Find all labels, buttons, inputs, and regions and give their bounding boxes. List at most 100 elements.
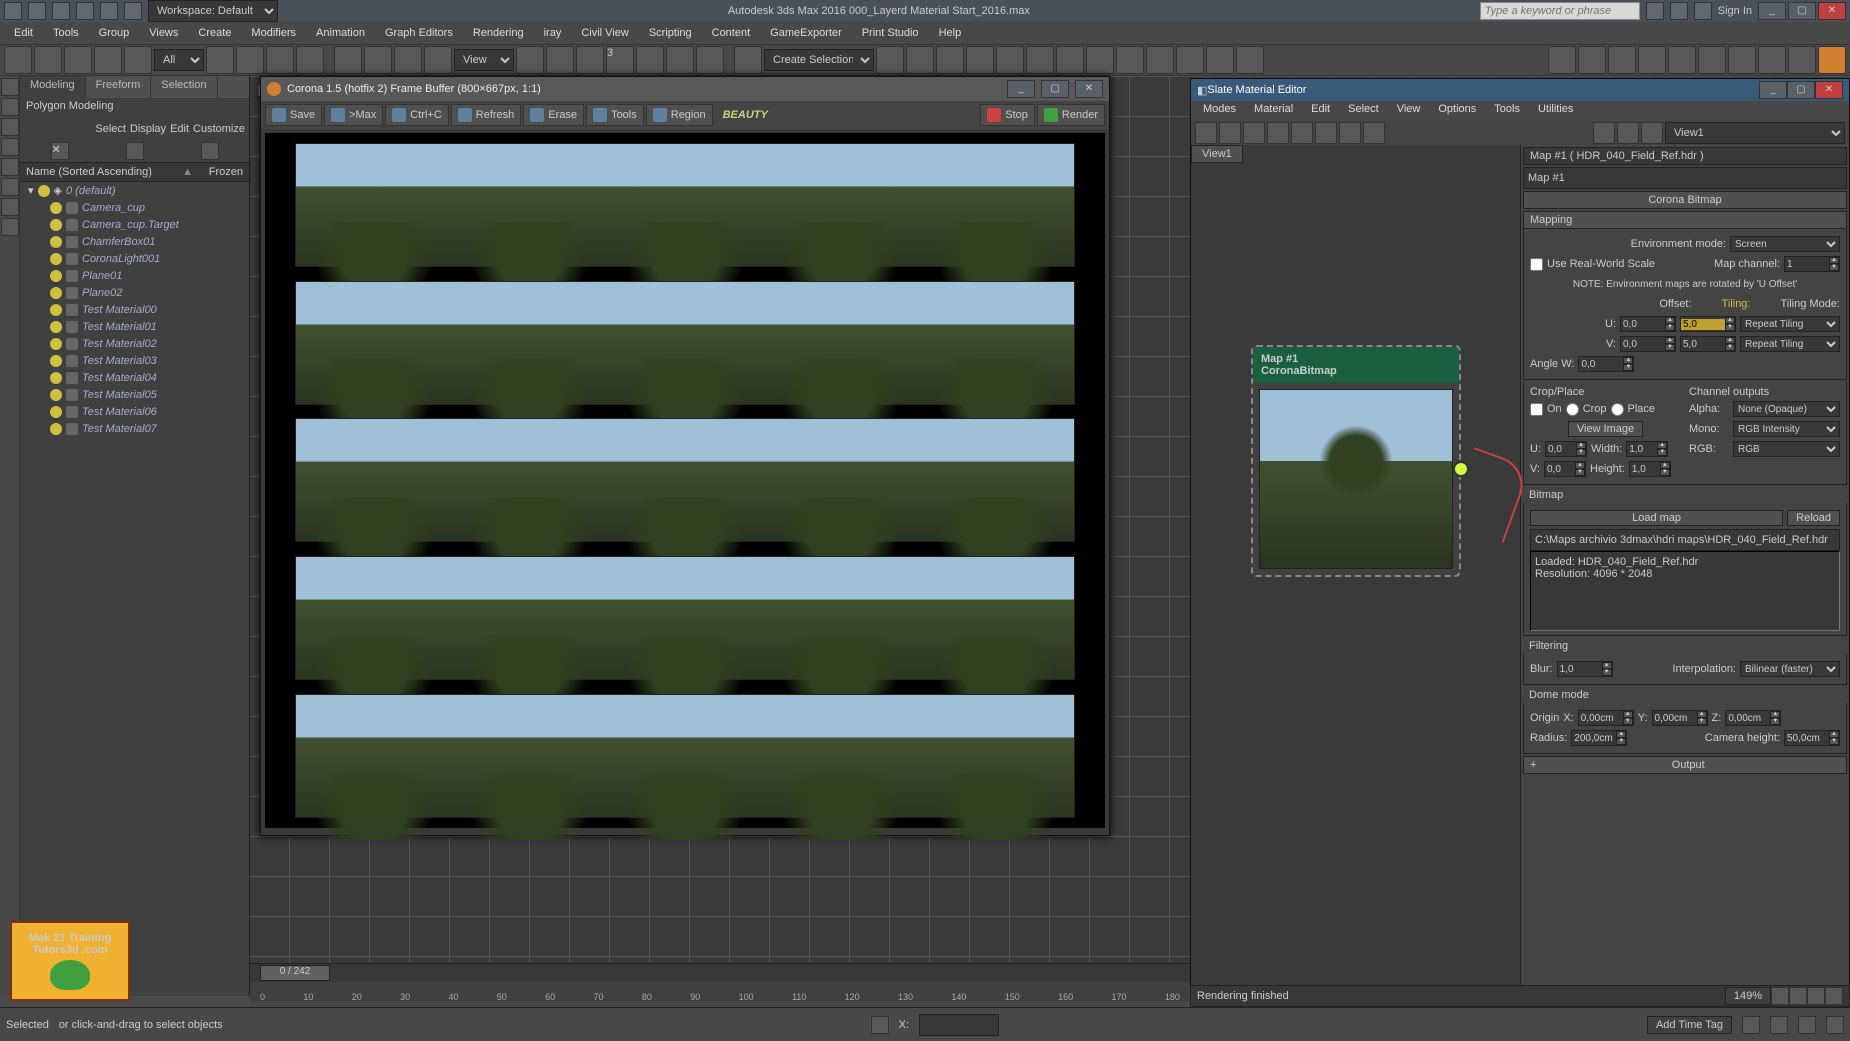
menu-edit[interactable]: Edit xyxy=(6,25,41,41)
menu-iray[interactable]: iray xyxy=(536,25,570,41)
scn-edit[interactable]: Edit xyxy=(170,123,189,135)
spinnersnap-button[interactable] xyxy=(696,46,724,74)
zoom-icon-3[interactable] xyxy=(1807,987,1825,1005)
user-icon[interactable] xyxy=(1694,2,1712,20)
dock-icon-3[interactable] xyxy=(1,118,19,136)
dock-icon-5[interactable] xyxy=(1,158,19,176)
blur-spinner[interactable]: ▲▼ xyxy=(1557,661,1613,677)
unlink-button[interactable] xyxy=(94,46,122,74)
fb-refresh-button[interactable]: Refresh xyxy=(451,104,522,126)
st-apply-icon[interactable] xyxy=(1219,122,1241,144)
tool-h-button[interactable] xyxy=(1758,46,1786,74)
fb-save-button[interactable]: Save xyxy=(265,104,322,126)
dock-icon-1[interactable] xyxy=(1,78,19,96)
v-tiling-mode[interactable]: Repeat Tiling xyxy=(1740,336,1840,352)
slate-min-icon[interactable]: _ xyxy=(1759,81,1787,99)
scene-item[interactable]: Test Material03 xyxy=(20,352,249,369)
menu-create[interactable]: Create xyxy=(190,25,239,41)
minimize-icon[interactable]: _ xyxy=(1758,2,1786,20)
restore-icon[interactable]: ▢ xyxy=(1788,2,1816,20)
scale-button[interactable] xyxy=(394,46,422,74)
close-icon[interactable]: ✕ xyxy=(1818,2,1846,20)
slate-graph-view[interactable]: View1 Map #1 CoronaBitmap xyxy=(1191,145,1521,997)
st-delete-icon[interactable] xyxy=(1243,122,1265,144)
dock-icon-7[interactable] xyxy=(1,198,19,216)
mapchannel-spinner[interactable]: ▲▼ xyxy=(1784,256,1840,272)
crop-v-spinner[interactable]: ▲▼ xyxy=(1544,461,1586,477)
scene-item[interactable]: Test Material04 xyxy=(20,369,249,386)
slate-view-dropdown[interactable]: View1 xyxy=(1665,122,1845,144)
st-nav-icon[interactable] xyxy=(1617,122,1639,144)
move-button[interactable] xyxy=(334,46,362,74)
rollout-bitmap[interactable]: Corona Bitmap xyxy=(1523,191,1847,209)
sm-select[interactable]: Select xyxy=(1340,101,1387,121)
rgb-dropdown[interactable]: RGB xyxy=(1733,441,1840,457)
schematic-button[interactable] xyxy=(1026,46,1054,74)
menu-civilview[interactable]: Civil View xyxy=(573,25,636,41)
alpha-dropdown[interactable]: None (Opaque) xyxy=(1733,401,1840,417)
viewimage-button[interactable]: View Image xyxy=(1568,421,1643,437)
rotate-button[interactable] xyxy=(364,46,392,74)
manip-button[interactable] xyxy=(546,46,574,74)
interp-dropdown[interactable]: Bilinear (faster) xyxy=(1740,661,1840,677)
path-input[interactable] xyxy=(1530,529,1840,551)
curveed-button[interactable] xyxy=(996,46,1024,74)
time-ruler[interactable]: 0102030405060708090100110120130140150160… xyxy=(250,982,1190,1002)
mirror-button[interactable] xyxy=(876,46,904,74)
place-radio[interactable] xyxy=(1611,403,1624,416)
scene-item[interactable]: Camera_cup.Target xyxy=(20,216,249,233)
scene-item[interactable]: Plane01 xyxy=(20,267,249,284)
tool-f-button[interactable] xyxy=(1698,46,1726,74)
tool-a-button[interactable] xyxy=(1548,46,1576,74)
link-button[interactable] xyxy=(64,46,92,74)
snap3-button[interactable]: 3 xyxy=(606,46,634,74)
st-bg-icon[interactable] xyxy=(1315,122,1337,144)
menu-animation[interactable]: Animation xyxy=(308,25,373,41)
selset-dropdown[interactable]: Create Selection S xyxy=(764,49,874,71)
fb-pass[interactable]: BEAUTY xyxy=(715,109,815,121)
zoom-display[interactable]: 149% xyxy=(1725,987,1771,1005)
map-name-input[interactable] xyxy=(1523,167,1847,189)
menu-tools[interactable]: Tools xyxy=(45,25,87,41)
crop-radio[interactable] xyxy=(1566,403,1579,416)
select-button[interactable] xyxy=(206,46,234,74)
st-layout-icon[interactable] xyxy=(1593,122,1615,144)
sm-edit[interactable]: Edit xyxy=(1303,101,1338,121)
align-button[interactable] xyxy=(906,46,934,74)
layers-button[interactable] xyxy=(936,46,964,74)
menu-help[interactable]: Help xyxy=(931,25,970,41)
scene-item[interactable]: Plane02 xyxy=(20,284,249,301)
rollout-mapping[interactable]: Mapping xyxy=(1523,211,1847,229)
st-pick-icon[interactable] xyxy=(1195,122,1217,144)
scn-select[interactable]: Select xyxy=(95,123,126,135)
sm-utilities[interactable]: Utilities xyxy=(1530,101,1581,121)
menu-content[interactable]: Content xyxy=(704,25,759,41)
st-move-icon[interactable] xyxy=(1267,122,1289,144)
env-mode-dropdown[interactable]: Screen xyxy=(1730,236,1840,252)
scene-root[interactable]: ▾◈0 (default) xyxy=(20,182,249,199)
st-show-icon[interactable] xyxy=(1363,122,1385,144)
scene-item[interactable]: Test Material02 xyxy=(20,335,249,352)
rendersetup-button[interactable] xyxy=(1116,46,1144,74)
redo-icon[interactable] xyxy=(124,2,142,20)
undo-button[interactable] xyxy=(4,46,32,74)
a360-button[interactable] xyxy=(1206,46,1234,74)
ribbon-freeform[interactable]: Freeform xyxy=(86,76,152,98)
u-tiling-mode[interactable]: Repeat Tiling xyxy=(1740,316,1840,332)
realworld-checkbox[interactable] xyxy=(1530,258,1543,271)
refcoord-dropdown[interactable]: View xyxy=(454,49,514,71)
fb-tools-button[interactable]: Tools xyxy=(586,104,644,126)
origin-y-spinner[interactable]: ▲▼ xyxy=(1652,710,1708,726)
dock-icon-4[interactable] xyxy=(1,138,19,156)
nav-icon-4[interactable] xyxy=(1826,1016,1844,1034)
fb-copy-button[interactable]: Ctrl+C xyxy=(385,104,448,126)
save-icon[interactable] xyxy=(76,2,94,20)
menu-printstudio[interactable]: Print Studio xyxy=(854,25,927,41)
menu-modifiers[interactable]: Modifiers xyxy=(243,25,304,41)
fb-max-icon[interactable]: ▢ xyxy=(1041,80,1069,98)
open-icon[interactable] xyxy=(52,2,70,20)
search-input[interactable] xyxy=(1480,2,1640,20)
loadmap-button[interactable]: Load map xyxy=(1530,510,1783,526)
undo-icon[interactable] xyxy=(100,2,118,20)
render-button[interactable] xyxy=(1176,46,1204,74)
